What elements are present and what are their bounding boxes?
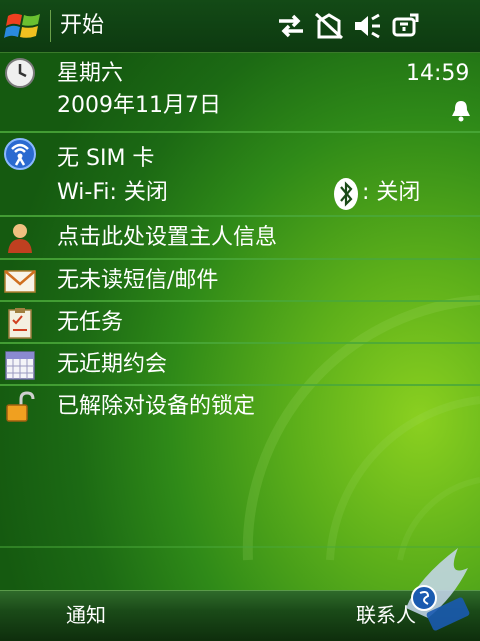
- owner-info-text: 点击此处设置主人信息: [57, 225, 278, 250]
- bluetooth-icon: [334, 178, 358, 210]
- watermark-logo: [406, 548, 470, 631]
- appointments-text: 无近期约会: [57, 352, 168, 377]
- notifications-softkey[interactable]: 通知: [66, 602, 106, 628]
- owner-person-icon: [8, 224, 32, 253]
- connectivity-row[interactable]: 无 SIM 卡 Wi-Fi: 关闭 : 关闭: [0, 133, 480, 215]
- envelope-icon: [4, 270, 36, 293]
- tasks-text: 无任务: [57, 310, 124, 335]
- sim-status-text: 无 SIM 卡: [57, 146, 155, 171]
- clock-icon: [5, 58, 35, 88]
- title-separator: [50, 10, 51, 42]
- wifi-label: Wi-Fi:: [57, 180, 117, 205]
- wifi-status[interactable]: Wi-Fi: 关闭: [57, 179, 168, 207]
- clipboard-tasks-icon: [8, 308, 32, 339]
- owner-info-row[interactable]: 点击此处设置主人信息: [0, 217, 480, 259]
- status-icons: [276, 10, 420, 42]
- unlocked-padlock-icon: [6, 391, 35, 422]
- calendar-icon: [5, 351, 35, 380]
- wifi-value: 关闭: [123, 180, 168, 205]
- no-phone-icon[interactable]: [314, 11, 344, 41]
- date-text: 2009年11月7日: [57, 93, 221, 118]
- messages-text: 无未读短信/邮件: [57, 268, 219, 293]
- connectivity-arrows-icon[interactable]: [276, 11, 306, 41]
- windows-start-icon[interactable]: [4, 8, 44, 44]
- messages-row[interactable]: 无未读短信/邮件: [0, 260, 480, 302]
- appointments-row[interactable]: 无近期约会: [0, 344, 480, 386]
- title-bar: 开始: [0, 0, 480, 53]
- speaker-mute-icon[interactable]: [352, 11, 382, 41]
- battery-plug-icon[interactable]: [390, 11, 420, 41]
- page-title[interactable]: 开始: [60, 12, 104, 40]
- wireless-icon: [4, 138, 36, 170]
- device-lock-text: 已解除对设备的锁定: [57, 394, 256, 419]
- bell-icon: [452, 101, 470, 122]
- time-text: 14:59: [406, 61, 470, 86]
- date-row[interactable]: 星期六 2009年11月7日 14:59: [0, 52, 480, 132]
- weekday-text: 星期六: [57, 61, 124, 86]
- bluetooth-status-text: : 关闭: [362, 180, 421, 205]
- tasks-row[interactable]: 无任务: [0, 302, 480, 344]
- device-lock-row[interactable]: 已解除对设备的锁定: [0, 386, 480, 428]
